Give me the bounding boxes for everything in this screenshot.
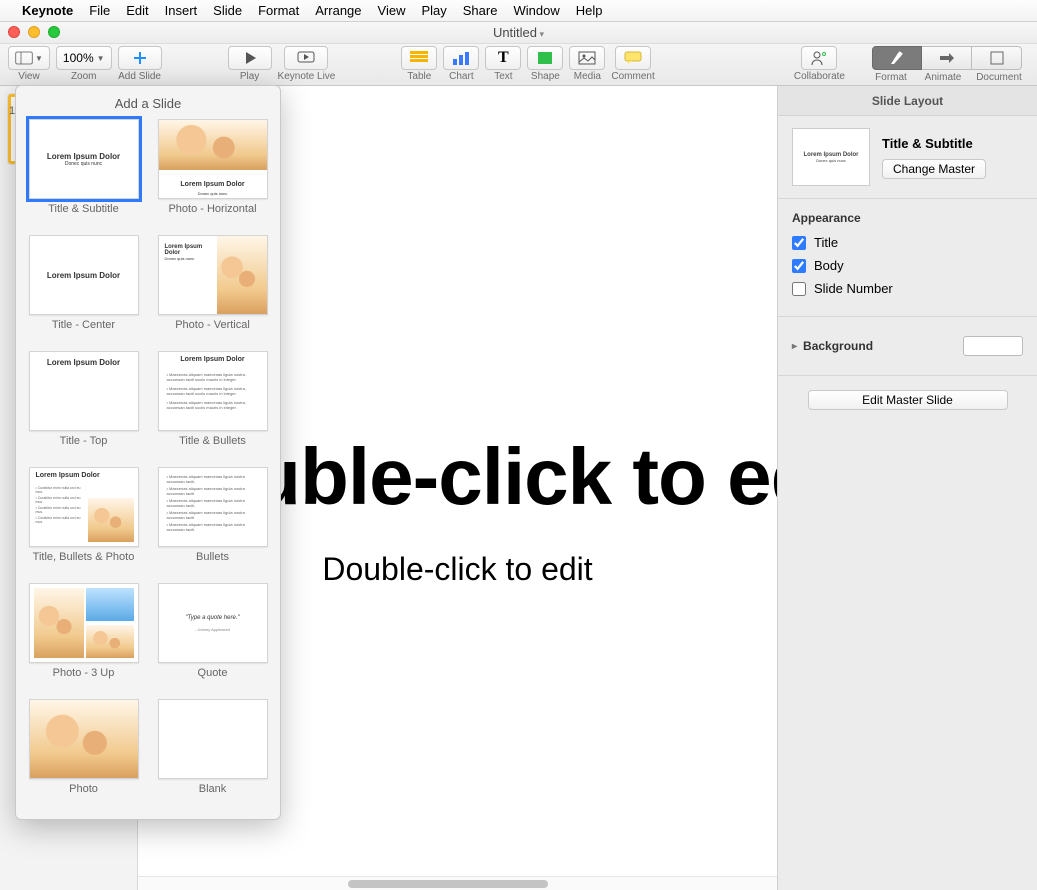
table-label: Table: [407, 71, 431, 82]
menu-share[interactable]: Share: [463, 3, 498, 18]
zoom-label: Zoom: [71, 71, 97, 82]
document-tab[interactable]: [972, 46, 1022, 70]
menu-edit[interactable]: Edit: [126, 3, 148, 18]
title-checkbox[interactable]: Title: [792, 235, 1023, 250]
slide-layout-photo_h[interactable]: Lorem Ipsum DolorDonec quis nuncPhoto - …: [155, 119, 270, 229]
view-button[interactable]: ▼: [8, 46, 50, 70]
table-button[interactable]: [401, 46, 437, 70]
menu-format[interactable]: Format: [258, 3, 299, 18]
slide-layout-quote[interactable]: "Type a quote here."- Johnny AppleseedQu…: [155, 583, 270, 693]
toolbar: ▼ View 100%▼ Zoom Add Slide Play Keynote…: [0, 44, 1037, 86]
media-button[interactable]: [569, 46, 605, 70]
slide-layout-label: Title & Bullets: [179, 435, 246, 461]
popover-title: Add a Slide: [26, 96, 270, 111]
slide-layout-label: Title & Subtitle: [48, 203, 119, 229]
document-title[interactable]: Untitled: [493, 25, 544, 40]
menu-file[interactable]: File: [89, 3, 110, 18]
slide-layout-label: Photo - Horizontal: [168, 203, 256, 229]
slide-layout-label: Photo - Vertical: [175, 319, 250, 345]
app-name[interactable]: Keynote: [22, 3, 73, 18]
inspector-panel: Slide Layout Lorem Ipsum Dolor Donec qui…: [777, 86, 1037, 890]
slide-layout-label: Title - Center: [52, 319, 115, 345]
slide-layout-label: Title, Bullets & Photo: [33, 551, 135, 577]
comment-button[interactable]: [615, 46, 651, 70]
shape-label: Shape: [531, 71, 560, 82]
chart-label: Chart: [449, 71, 473, 82]
format-tab[interactable]: [872, 46, 922, 70]
add-slide-label: Add Slide: [118, 71, 161, 82]
shape-button[interactable]: [527, 46, 563, 70]
slide-layout-label: Quote: [198, 667, 228, 693]
chart-button[interactable]: [443, 46, 479, 70]
window-titlebar: Untitled: [0, 22, 1037, 44]
menu-slide[interactable]: Slide: [213, 3, 242, 18]
slide-layout-title_bullets[interactable]: Lorem Ipsum Dolor• Maecenas aliquam maec…: [155, 351, 270, 461]
slide-layout-tbp[interactable]: Lorem Ipsum Dolor• Curabitur enim nulla …: [26, 467, 141, 577]
slide-layout-title_sub[interactable]: Lorem Ipsum DolorDonec quis nuncTitle & …: [26, 119, 141, 229]
horizontal-scrollbar[interactable]: [138, 876, 777, 890]
slide-layout-p3[interactable]: Photo - 3 Up: [26, 583, 141, 693]
layout-title: Title & Subtitle: [882, 136, 1023, 151]
collaborate-button[interactable]: [801, 46, 837, 70]
media-label: Media: [574, 71, 601, 82]
background-color-well[interactable]: [963, 336, 1023, 356]
comment-label: Comment: [611, 71, 654, 82]
menu-view[interactable]: View: [378, 3, 406, 18]
slide-layout-bullets[interactable]: • Maecenas aliquam maecenas ligula nostr…: [155, 467, 270, 577]
slide-layout-title_center[interactable]: Lorem Ipsum DolorTitle - Center: [26, 235, 141, 345]
play-button[interactable]: [228, 46, 272, 70]
animate-label: Animate: [923, 72, 963, 83]
animate-tab[interactable]: [922, 46, 972, 70]
text-button[interactable]: T: [485, 46, 521, 70]
slide-layout-blank[interactable]: Blank: [155, 699, 270, 809]
keynote-live-label: Keynote Live: [278, 71, 336, 82]
slide-layout-label: Photo - 3 Up: [53, 667, 115, 693]
edit-master-slide-button[interactable]: Edit Master Slide: [808, 390, 1008, 410]
menu-help[interactable]: Help: [576, 3, 603, 18]
menu-insert[interactable]: Insert: [165, 3, 198, 18]
zoom-button[interactable]: 100%▼: [56, 46, 112, 70]
window-minimize-button[interactable]: [28, 26, 40, 38]
slide-layout-label: Photo: [69, 783, 98, 809]
slide-layout-label: Blank: [199, 783, 227, 809]
add-slide-button[interactable]: [118, 46, 162, 70]
keynote-live-button[interactable]: [284, 46, 328, 70]
window-close-button[interactable]: [8, 26, 20, 38]
view-label: View: [18, 71, 40, 82]
body-checkbox[interactable]: Body: [792, 258, 1023, 273]
play-label: Play: [240, 71, 259, 82]
text-label: Text: [494, 71, 512, 82]
background-disclosure[interactable]: Background: [792, 329, 873, 363]
format-label: Format: [871, 72, 911, 83]
layout-thumbnail: Lorem Ipsum Dolor Donec quis nunc: [792, 128, 870, 186]
slide-layout-photo[interactable]: Photo: [26, 699, 141, 809]
change-master-button[interactable]: Change Master: [882, 159, 986, 179]
document-label: Document: [975, 72, 1023, 83]
window-zoom-button[interactable]: [48, 26, 60, 38]
collaborate-label: Collaborate: [794, 71, 845, 82]
inspector-header: Slide Layout: [778, 86, 1037, 116]
menu-arrange[interactable]: Arrange: [315, 3, 361, 18]
slide-layout-title_top[interactable]: Lorem Ipsum DolorTitle - Top: [26, 351, 141, 461]
slide-layout-label: Bullets: [196, 551, 229, 577]
menu-window[interactable]: Window: [513, 3, 559, 18]
add-slide-popover: Add a Slide Lorem Ipsum DolorDonec quis …: [15, 85, 281, 820]
menu-play[interactable]: Play: [421, 3, 446, 18]
slide-layout-label: Title - Top: [60, 435, 108, 461]
mac-menubar: Keynote File Edit Insert Slide Format Ar…: [0, 0, 1037, 22]
appearance-label: Appearance: [792, 211, 1023, 225]
slide-number-checkbox[interactable]: Slide Number: [792, 281, 1023, 296]
slide-layout-photo_v[interactable]: Lorem Ipsum DolorDonec quis nuncPhoto - …: [155, 235, 270, 345]
